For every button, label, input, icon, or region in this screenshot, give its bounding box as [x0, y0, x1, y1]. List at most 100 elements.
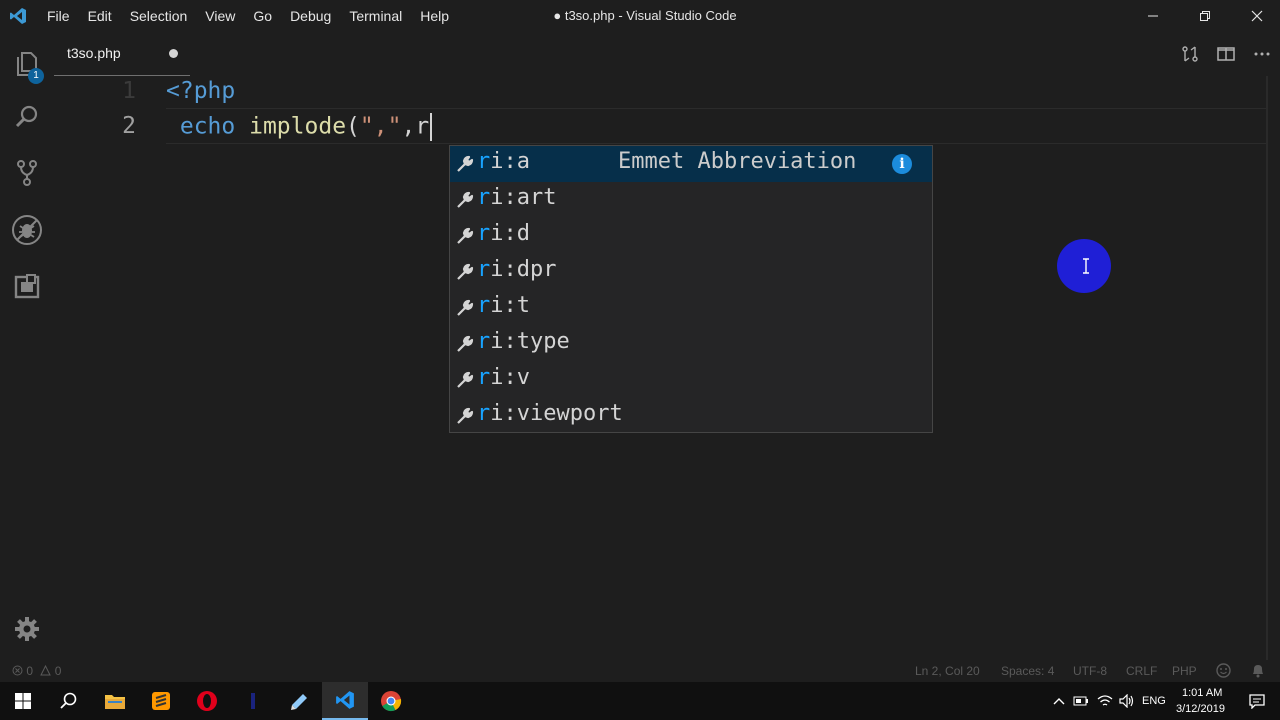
debug-button[interactable] [0, 205, 54, 255]
text-cursor [430, 113, 433, 141]
window-title: ● t3so.php - Visual Studio Code [553, 8, 737, 23]
tab-t3so-php[interactable]: t3so.php [54, 32, 190, 76]
indentation[interactable]: Spaces: 4 [1001, 664, 1054, 678]
clock-time[interactable]: 1:01 AM [1182, 687, 1222, 699]
suggestion-label: ri:art [477, 185, 557, 210]
restore-button[interactable] [1182, 0, 1228, 32]
battery-icon [1073, 696, 1088, 706]
source-control-button[interactable] [0, 148, 54, 198]
wrench-icon [457, 299, 474, 316]
encoding[interactable]: UTF-8 [1073, 664, 1107, 678]
ibeam-cursor-icon [1083, 258, 1089, 274]
bell-icon [1253, 665, 1263, 678]
manage-button[interactable] [0, 604, 54, 654]
problems-status[interactable]: 0 0 [12, 664, 61, 678]
input-language[interactable]: ENG [1142, 695, 1166, 707]
search-icon [15, 105, 38, 128]
end-of-line[interactable]: CRLF [1126, 664, 1157, 678]
extensions-icon [14, 274, 40, 299]
gear-icon [15, 617, 39, 641]
unsaved-dot-icon[interactable] [169, 49, 178, 58]
menu-go[interactable]: Go [244, 0, 281, 32]
taskbar-opera[interactable] [184, 682, 230, 720]
taskbar-chrome[interactable] [368, 682, 414, 720]
suggestion-item[interactable]: ri:art [450, 182, 932, 218]
wrench-icon [457, 335, 474, 352]
menu-debug[interactable]: Debug [281, 0, 340, 32]
feedback-button[interactable] [1216, 663, 1231, 681]
split-editor-button[interactable] [1214, 42, 1238, 66]
restore-icon [1200, 11, 1210, 21]
compare-changes-icon [1182, 46, 1198, 62]
wrench-icon [457, 227, 474, 244]
start-button[interactable] [0, 682, 46, 720]
tab-label: t3so.php [67, 45, 121, 61]
open-changes-button[interactable] [1178, 42, 1202, 66]
suggestion-item[interactable]: ri:type [450, 326, 932, 362]
search-icon [60, 692, 77, 709]
suggestion-item[interactable]: ri:d [450, 218, 932, 254]
extensions-button[interactable] [0, 261, 54, 311]
taskbar-search-button[interactable] [46, 682, 92, 720]
info-icon[interactable]: i [892, 154, 912, 174]
taskbar-sublime-text[interactable] [138, 682, 184, 720]
close-window-button[interactable] [1234, 0, 1280, 32]
minimize-button[interactable] [1130, 0, 1176, 32]
explorer-button[interactable]: 1 [0, 38, 54, 88]
language-mode[interactable]: PHP [1172, 664, 1197, 678]
suggestion-item[interactable]: ri:dpr [450, 254, 932, 290]
warning-count: 0 [54, 664, 62, 678]
show-hidden-icons-button[interactable] [1048, 682, 1070, 720]
status-bar: 0 0 Ln 2, Col 20 Spaces: 4 UTF-8 CRLF PH… [0, 660, 1280, 682]
wrench-icon [457, 191, 474, 208]
notepad-icon [291, 694, 307, 710]
suggestion-item[interactable]: ri:t [450, 290, 932, 326]
close-icon [1251, 10, 1263, 22]
menu-selection[interactable]: Selection [121, 0, 197, 32]
wifi-button[interactable] [1094, 682, 1116, 720]
windows-taskbar: ENG 1:01 AM 3/12/2019 [0, 682, 1280, 720]
taskbar-vscode[interactable] [322, 682, 368, 720]
menu-file[interactable]: File [38, 0, 79, 32]
code-line[interactable]: <?php [166, 78, 235, 104]
battery-button[interactable] [1070, 682, 1092, 720]
menu-terminal[interactable]: Terminal [340, 0, 411, 32]
cursor-position[interactable]: Ln 2, Col 20 [915, 664, 980, 678]
volume-button[interactable] [1116, 682, 1138, 720]
more-actions-button[interactable] [1250, 42, 1274, 66]
taskbar-app-dark[interactable] [230, 682, 276, 720]
app-icon [251, 693, 255, 709]
php-open-tag: <?php [166, 78, 236, 104]
action-center-button[interactable] [1234, 682, 1280, 720]
split-editor-icon [1217, 47, 1235, 61]
error-icon [12, 665, 23, 676]
menu-help[interactable]: Help [411, 0, 458, 32]
suggestion-label: ri:v [477, 365, 530, 390]
wrench-icon [457, 407, 474, 424]
menu-edit[interactable]: Edit [79, 0, 121, 32]
taskbar-file-explorer[interactable] [92, 682, 138, 720]
wrench-icon [457, 371, 474, 388]
suggestion-item[interactable]: ri:viewport [450, 398, 932, 434]
minimize-icon [1148, 15, 1158, 17]
tab-bar: t3so.php [54, 32, 1280, 76]
search-button[interactable] [0, 92, 54, 142]
suggestion-item[interactable]: ri:a Emmet Abbreviation i [450, 146, 932, 182]
notifications-button[interactable] [1251, 663, 1265, 681]
folder-icon [105, 695, 125, 709]
vertical-scrollbar[interactable] [1266, 76, 1268, 660]
code-line[interactable]: echo implode(",",r [166, 113, 433, 141]
clock-date[interactable]: 3/12/2019 [1176, 703, 1225, 715]
source-control-icon [17, 160, 37, 186]
menu-view[interactable]: View [196, 0, 244, 32]
vscode-icon [336, 691, 354, 709]
suggestion-label: ri:d [477, 221, 530, 246]
taskbar-notepad[interactable] [276, 682, 322, 720]
suggestion-label: ri:type [477, 329, 570, 354]
activity-bar: 1 [0, 32, 54, 660]
suggestion-label: ri:a [477, 149, 530, 174]
explorer-badge: 1 [28, 68, 44, 84]
error-count: 0 [26, 664, 34, 678]
suggestion-item[interactable]: ri:v [450, 362, 932, 398]
suggest-widget: ri:a Emmet Abbreviation i ri:art ri:d ri:dpr r… [449, 145, 933, 433]
